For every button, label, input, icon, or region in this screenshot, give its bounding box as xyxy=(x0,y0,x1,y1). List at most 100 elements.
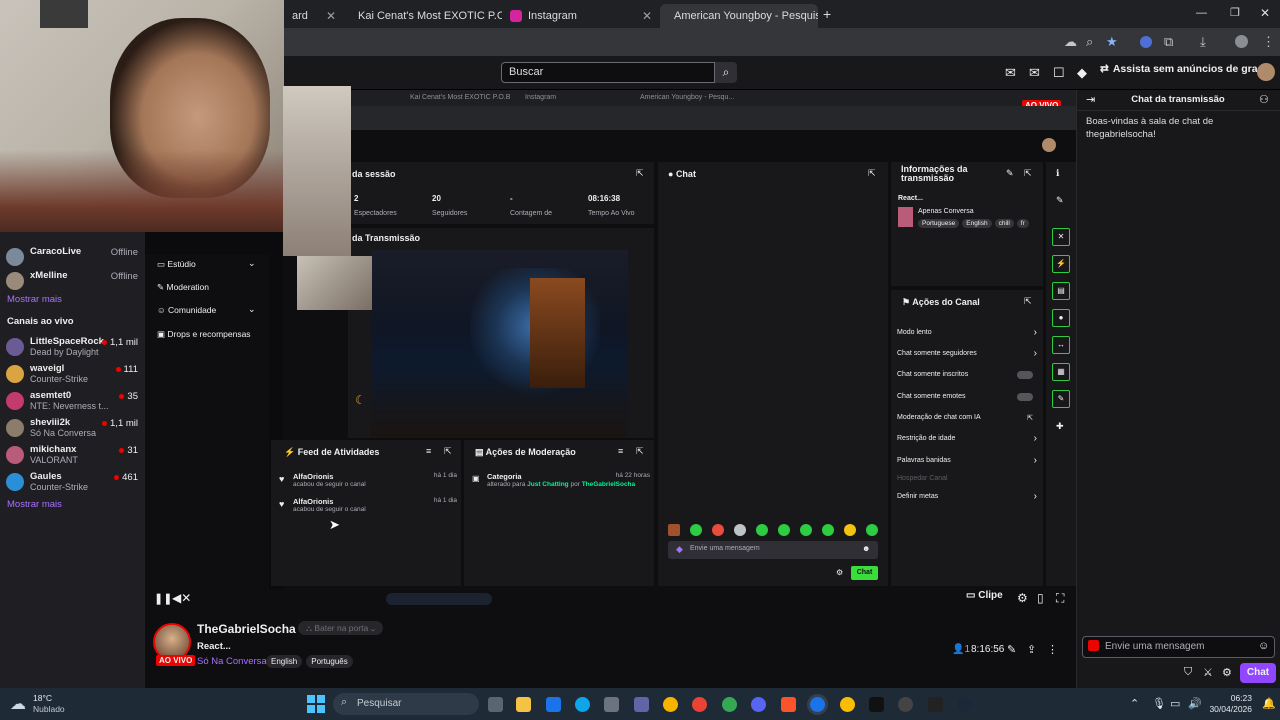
chevron-down-icon[interactable]: ⌄ xyxy=(248,304,256,315)
popout-icon[interactable]: ⇱ xyxy=(1024,168,1032,179)
bits-icon[interactable]: ◆ xyxy=(676,544,683,555)
toggle-switch[interactable] xyxy=(1017,371,1033,379)
action-followers-only[interactable]: Chat somente seguidores › xyxy=(897,349,1037,359)
tag[interactable]: English xyxy=(962,219,992,228)
close-icon[interactable]: ✕ xyxy=(326,9,336,23)
action-ai-moderation[interactable]: Moderação de chat com IA ⇱ xyxy=(897,414,1037,422)
browser-tab-active[interactable]: American Youngboy - Pesquisa✕ xyxy=(660,4,818,28)
obs-icon[interactable] xyxy=(898,697,913,712)
volume-mute-icon[interactable]: ◀✕ xyxy=(172,591,191,605)
bits-icon[interactable]: ◆ xyxy=(1077,65,1087,81)
download-icon[interactable]: ⤓ xyxy=(1200,34,1206,50)
quick-action-icon[interactable]: ● xyxy=(1052,309,1070,327)
chat-send-button[interactable]: Chat xyxy=(1240,663,1276,683)
extension-icon[interactable] xyxy=(1140,36,1152,48)
emoji-icon[interactable]: ☻ xyxy=(862,544,870,553)
notification-bell-icon[interactable]: 🔔 xyxy=(1262,697,1276,710)
turbo-button[interactable]: ⇄ Assista sem anúncios de graça xyxy=(1100,63,1269,75)
browser-tab[interactable]: Kai Cenat's Most EXOTIC P.O. B✕ xyxy=(344,4,502,28)
menu-kebab-icon[interactable]: ⋮ xyxy=(1262,34,1275,50)
profile-avatar[interactable] xyxy=(1235,35,1248,48)
channel-item[interactable]: CaracoLive Offline xyxy=(6,246,140,266)
tag[interactable]: English xyxy=(266,655,303,668)
clip-button[interactable]: ▭ Clipe xyxy=(966,590,1003,601)
filter-icon[interactable]: ≡ xyxy=(426,446,431,456)
shield-icon[interactable]: ⛉ xyxy=(1184,666,1192,679)
settings-gear-icon[interactable]: ⚙ xyxy=(1222,666,1232,679)
maximize-icon[interactable]: ❐ xyxy=(1230,6,1240,19)
menu-item-moderation[interactable]: ✎ Moderation xyxy=(157,282,209,293)
quick-action-icon[interactable]: ▤ xyxy=(1052,282,1070,300)
quick-action-icon[interactable]: ⚡ xyxy=(1052,255,1070,273)
discord-icon[interactable] xyxy=(751,697,766,712)
extensions-puzzle-icon[interactable]: ⧉ xyxy=(1164,34,1173,50)
quick-action-icon[interactable]: ↔ xyxy=(1052,336,1070,354)
prime-icon[interactable]: ✉ xyxy=(1005,65,1016,81)
category-link[interactable]: Só Na Conversa xyxy=(197,656,267,667)
inbox-icon[interactable]: ✉ xyxy=(1029,65,1040,81)
menu-item-studio[interactable]: ▭ Estúdio xyxy=(157,259,196,270)
chrome-icon[interactable] xyxy=(840,697,855,712)
performance-icon[interactable]: ☁ xyxy=(1064,34,1077,50)
dashboard-chat-button[interactable]: Chat xyxy=(851,566,878,580)
theatre-mode-icon[interactable]: ▯ xyxy=(1037,591,1044,605)
edit-pencil-icon[interactable]: ✎ xyxy=(1006,168,1014,179)
edit-pencil-icon[interactable]: ✎ xyxy=(1056,195,1064,206)
knock-button[interactable]: ⛬ Bater na porta ⌄ xyxy=(298,621,384,635)
channel-item[interactable]: mikichanx VALORANT 31 xyxy=(6,444,140,466)
browser-tab[interactable]: ard ✕ xyxy=(284,4,344,28)
bookmark-star-icon[interactable]: ★ xyxy=(1106,34,1118,50)
quick-action-icon[interactable]: ✎ xyxy=(1052,390,1070,408)
info-icon[interactable]: ℹ xyxy=(1056,168,1059,179)
user-avatar[interactable] xyxy=(1257,63,1275,81)
store-icon[interactable] xyxy=(604,697,619,712)
microphone-icon[interactable]: 🎙 xyxy=(1152,697,1166,710)
minimize-icon[interactable]: — xyxy=(1196,7,1207,19)
chevron-down-icon[interactable]: ⌄ xyxy=(248,258,256,269)
toggle-switch[interactable] xyxy=(1017,393,1033,401)
outlook-icon[interactable] xyxy=(546,697,561,712)
channel-item[interactable]: sheviii2k Só Na Conversa 1,1 mil xyxy=(6,417,140,439)
search-input[interactable]: Buscar xyxy=(501,62,715,83)
settings-gear-icon[interactable]: ⚙ xyxy=(836,568,843,577)
browser-tab[interactable]: Instagram ✕ xyxy=(502,4,660,28)
quick-action-icon[interactable]: ✕ xyxy=(1052,228,1070,246)
emoji-icon[interactable]: ☺ xyxy=(1258,640,1269,652)
popout-icon[interactable]: ⇱ xyxy=(444,446,452,457)
quick-action-icon[interactable]: ▦ xyxy=(1052,363,1070,381)
mod-sword-icon[interactable]: ⚔ xyxy=(1203,666,1213,679)
action-emotes-only[interactable]: Chat somente emotes xyxy=(897,393,1037,401)
settings-gear-icon[interactable]: ⚙ xyxy=(1017,591,1028,605)
action-age-restriction[interactable]: Restrição de idade › xyxy=(897,434,1037,444)
taskbar-search[interactable]: Pesquisar xyxy=(333,693,479,715)
chat-input[interactable]: Envie uma mensagem xyxy=(1082,636,1275,658)
channel-item[interactable]: LittleSpaceRock Dead by Daylight 1,1 mil xyxy=(6,336,140,358)
weather-desc[interactable]: Nublado xyxy=(33,704,65,714)
popout-icon[interactable]: ⇱ xyxy=(868,168,876,179)
brave-icon[interactable] xyxy=(781,697,796,712)
chrome-icon[interactable] xyxy=(663,697,678,712)
add-action-icon[interactable]: ✚ xyxy=(1056,421,1064,432)
task-view-icon[interactable] xyxy=(488,697,503,712)
show-more-link[interactable]: Mostrar mais xyxy=(7,294,62,305)
dashboard-chat-input[interactable]: Envie uma mensagem xyxy=(668,541,878,559)
share-icon[interactable]: ⇪ xyxy=(1027,643,1036,656)
tag[interactable]: Português xyxy=(306,655,353,668)
teams-icon[interactable] xyxy=(634,697,649,712)
fullscreen-icon[interactable]: ⛶ xyxy=(1056,591,1064,606)
steam-icon[interactable] xyxy=(957,697,972,712)
close-icon[interactable]: ✕ xyxy=(642,9,652,23)
network-icon[interactable]: ▭ xyxy=(1170,697,1180,710)
tiktok-icon[interactable] xyxy=(869,697,884,712)
chevron-up-icon[interactable]: ⌃ xyxy=(1130,697,1139,710)
search-button[interactable]: ⌕ xyxy=(715,62,737,83)
more-options-icon[interactable]: ⋮ xyxy=(1047,643,1058,656)
filter-icon[interactable]: ≡ xyxy=(618,446,623,456)
tag[interactable]: fr xyxy=(1016,219,1029,228)
file-explorer-icon[interactable] xyxy=(516,697,531,712)
whispers-icon[interactable]: ☐ xyxy=(1053,65,1065,81)
action-set-goals[interactable]: Definir metas › xyxy=(897,492,1037,502)
action-slow-mode[interactable]: Modo lento › xyxy=(897,328,1037,338)
close-window-icon[interactable]: ✕ xyxy=(1260,6,1270,20)
chrome-active-icon[interactable] xyxy=(810,697,825,712)
